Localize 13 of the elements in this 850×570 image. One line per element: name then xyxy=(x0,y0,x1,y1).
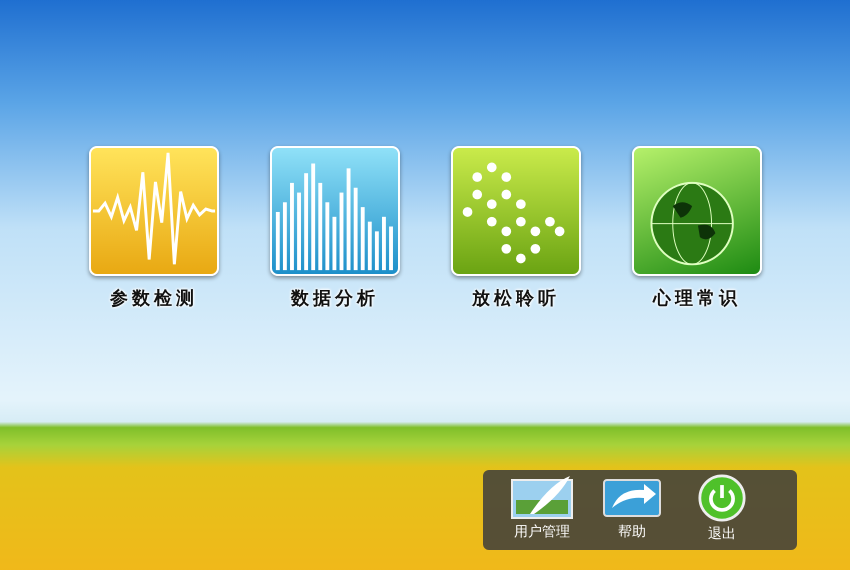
exit-button[interactable]: 退出 xyxy=(687,474,757,545)
app-label: 放松聆听 xyxy=(472,288,560,310)
app-label: 数据分析 xyxy=(291,288,379,310)
app-tile[interactable] xyxy=(89,146,219,276)
user-management-button[interactable]: 用户管理 xyxy=(507,474,577,543)
app-tile[interactable] xyxy=(270,146,400,276)
power-icon xyxy=(696,474,748,522)
app-label: 参数检测 xyxy=(110,288,198,310)
app-tile[interactable] xyxy=(632,146,762,276)
app-tile[interactable] xyxy=(451,146,581,276)
app-label: 心理常识 xyxy=(653,288,741,310)
help-button[interactable]: 帮助 xyxy=(597,474,667,543)
quill-icon xyxy=(510,474,574,520)
